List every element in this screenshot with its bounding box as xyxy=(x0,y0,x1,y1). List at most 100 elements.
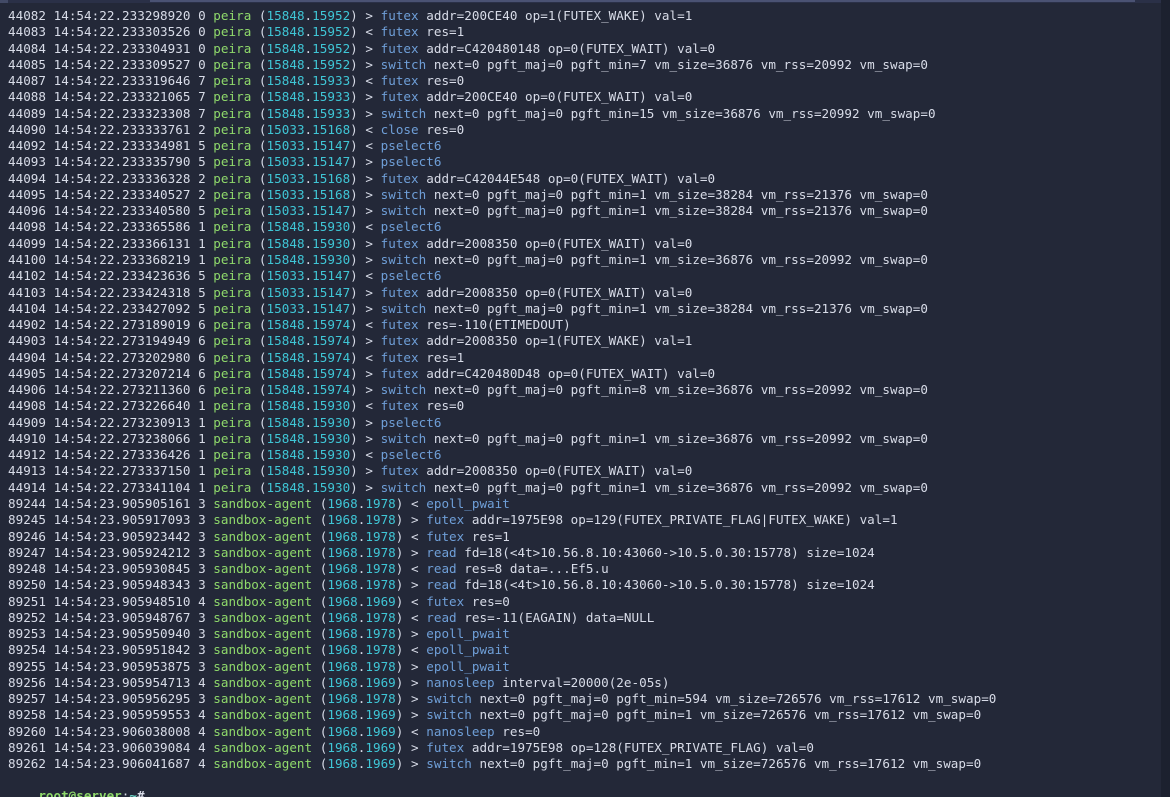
terminal-window[interactable]: 44082 14:54:22.233298920 0 peira (15848.… xyxy=(0,0,1170,797)
thread-id: 15930 xyxy=(312,447,350,462)
event-timestamp: 14:54:23.905956295 xyxy=(54,691,191,706)
process-name: peira xyxy=(213,301,251,316)
terminal-scrollbar[interactable] xyxy=(1161,0,1170,797)
pid-tid-dot: . xyxy=(305,431,313,446)
trace-log-line: 89261 14:54:23.906039084 4 sandbox-agent… xyxy=(8,740,1160,756)
syscall-args: res=-11(EAGAIN) data=NULL xyxy=(464,610,654,625)
sep xyxy=(46,24,54,39)
event-direction: > xyxy=(365,463,373,478)
event-number: 44906 xyxy=(8,382,46,397)
pid-tid-dot: . xyxy=(305,333,313,348)
process-id: 15848 xyxy=(267,480,305,495)
pid-tid-dot: . xyxy=(305,122,313,137)
sep xyxy=(190,57,198,72)
syscall-args: fd=18(<4t>10.56.8.10:43060->10.5.0.30:15… xyxy=(464,545,875,560)
sep xyxy=(190,154,198,169)
process-name: sandbox-agent xyxy=(213,577,312,592)
sep xyxy=(46,675,54,690)
sep xyxy=(190,512,198,527)
process-name: sandbox-agent xyxy=(213,626,312,641)
text-cursor xyxy=(145,789,153,797)
event-timestamp: 14:54:22.233304931 xyxy=(54,41,191,56)
cpu-id: 3 xyxy=(198,561,206,576)
event-timestamp: 14:54:23.906039084 xyxy=(54,740,191,755)
process-id: 15848 xyxy=(267,431,305,446)
pid-tid-dot: . xyxy=(305,24,313,39)
process-name: peira xyxy=(213,57,251,72)
cpu-id: 5 xyxy=(198,154,206,169)
process-id: 1968 xyxy=(327,496,357,511)
sep xyxy=(46,382,54,397)
event-timestamp: 14:54:23.905950940 xyxy=(54,626,191,641)
cpu-id: 3 xyxy=(198,642,206,657)
syscall-name: pselect6 xyxy=(381,415,442,430)
sep xyxy=(46,577,54,592)
event-number: 44910 xyxy=(8,431,46,446)
event-timestamp: 14:54:22.273230913 xyxy=(54,415,191,430)
event-number: 89256 xyxy=(8,675,46,690)
syscall-args: addr=2008350 op=1(FUTEX_WAKE) val=1 xyxy=(426,333,692,348)
sep xyxy=(46,301,54,316)
cpu-id: 3 xyxy=(198,626,206,641)
process-id: 15848 xyxy=(267,8,305,23)
event-direction: < xyxy=(411,610,419,625)
cpu-id: 4 xyxy=(198,594,206,609)
sep xyxy=(464,529,472,544)
event-number: 89251 xyxy=(8,594,46,609)
trace-log-line: 89253 14:54:23.905950940 3 sandbox-agent… xyxy=(8,626,1160,642)
sep xyxy=(312,529,320,544)
sep xyxy=(403,529,411,544)
paren-close: ) xyxy=(350,382,358,397)
paren-open: ( xyxy=(259,138,267,153)
paren-open: ( xyxy=(259,89,267,104)
process-name: sandbox-agent xyxy=(213,610,312,625)
process-id: 15033 xyxy=(267,154,305,169)
paren-close: ) xyxy=(350,154,358,169)
process-name: peira xyxy=(213,447,251,462)
event-direction: > xyxy=(411,675,419,690)
sep xyxy=(46,122,54,137)
process-name: sandbox-agent xyxy=(213,707,312,722)
sep xyxy=(403,675,411,690)
paren-open: ( xyxy=(259,366,267,381)
trace-log-line: 89262 14:54:23.906041687 4 sandbox-agent… xyxy=(8,756,1160,772)
sep xyxy=(373,285,381,300)
thread-id: 15930 xyxy=(312,236,350,251)
chrome-scroll-indicator[interactable] xyxy=(150,0,1135,2)
event-number: 44902 xyxy=(8,317,46,332)
sep xyxy=(46,463,54,478)
sep xyxy=(190,366,198,381)
sep xyxy=(46,203,54,218)
syscall-name: futex xyxy=(381,317,419,332)
process-id: 15848 xyxy=(267,219,305,234)
event-timestamp: 14:54:22.233321065 xyxy=(54,89,191,104)
paren-close: ) xyxy=(350,252,358,267)
event-number: 89248 xyxy=(8,561,46,576)
event-timestamp: 14:54:22.233340580 xyxy=(54,203,191,218)
sep xyxy=(190,219,198,234)
sep xyxy=(251,350,259,365)
syscall-args: res=0 xyxy=(426,398,464,413)
event-number: 44914 xyxy=(8,480,46,495)
syscall-args: res=0 xyxy=(502,724,540,739)
thread-id: 1969 xyxy=(365,594,395,609)
thread-id: 15930 xyxy=(312,463,350,478)
cpu-id: 1 xyxy=(198,415,206,430)
cpu-id: 1 xyxy=(198,431,206,446)
cpu-id: 6 xyxy=(198,366,206,381)
cpu-id: 2 xyxy=(198,187,206,202)
syscall-args: addr=1975E98 op=129(FUTEX_PRIVATE_FLAG|F… xyxy=(472,512,898,527)
paren-close: ) xyxy=(350,24,358,39)
sep xyxy=(190,675,198,690)
cpu-id: 5 xyxy=(198,301,206,316)
syscall-args: res=1 xyxy=(472,529,510,544)
sep xyxy=(251,122,259,137)
shell-prompt[interactable]: root@server:~# xyxy=(8,772,152,797)
sep xyxy=(46,317,54,332)
trace-log-line: 44099 14:54:22.233366131 1 peira (15848.… xyxy=(8,236,1160,252)
cpu-id: 1 xyxy=(198,480,206,495)
process-name: sandbox-agent xyxy=(213,496,312,511)
event-direction: > xyxy=(365,415,373,430)
process-id: 15848 xyxy=(267,252,305,267)
process-id: 15033 xyxy=(267,122,305,137)
